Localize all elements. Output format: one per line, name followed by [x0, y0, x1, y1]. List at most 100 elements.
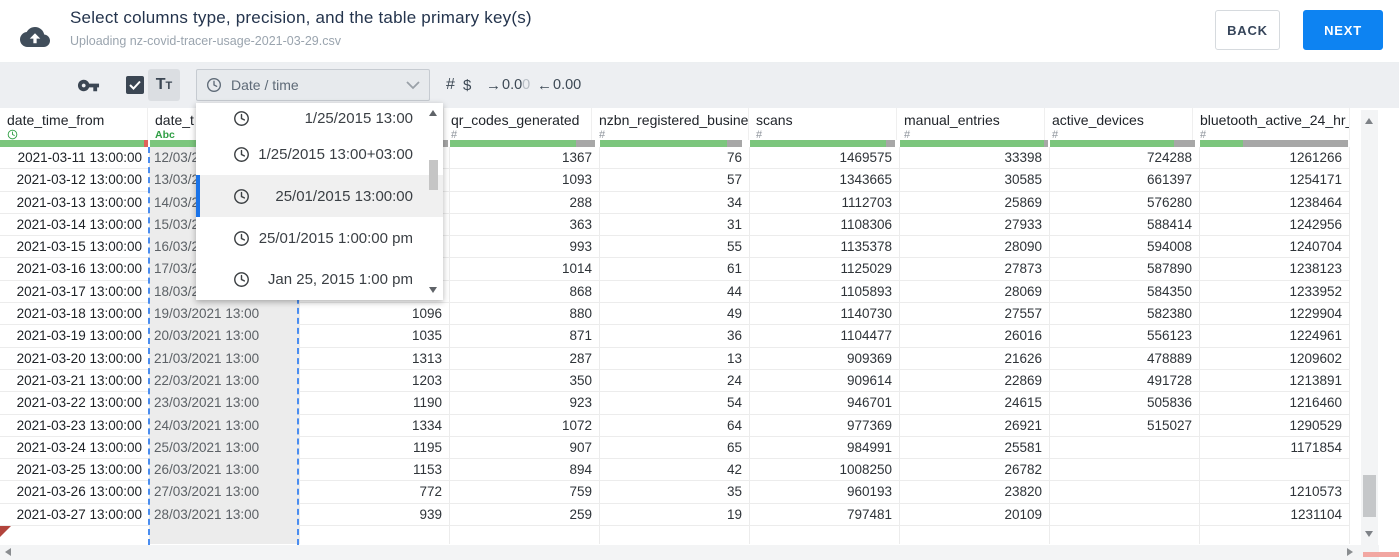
number-type-button[interactable]: #	[446, 62, 455, 108]
table-cell[interactable]: 1209602	[1200, 347, 1350, 369]
table-cell[interactable]: 28090	[900, 236, 1050, 258]
scroll-right-icon[interactable]	[1347, 548, 1353, 556]
table-cell[interactable]: 288	[450, 191, 600, 213]
dropdown-scrollbar[interactable]	[427, 103, 440, 300]
table-cell[interactable]: 35	[600, 481, 750, 503]
table-cell[interactable]: 1216460	[1200, 392, 1350, 414]
table-cell[interactable]: 350	[450, 369, 600, 392]
table-cell[interactable]: 1112703	[750, 191, 900, 213]
table-cell[interactable]	[1050, 459, 1200, 481]
table-cell[interactable]	[0, 526, 150, 545]
table-cell[interactable]: 20/03/2021 13:00	[150, 325, 300, 347]
table-cell[interactable]: 30585	[900, 169, 1050, 191]
table-cell[interactable]: 1229904	[1200, 303, 1350, 325]
table-cell[interactable]: 287	[450, 347, 600, 369]
table-cell[interactable]	[750, 526, 900, 545]
table-cell[interactable]: 1035	[300, 325, 450, 347]
table-cell[interactable]: 27/03/2021 13:00	[150, 481, 300, 503]
table-cell[interactable]: 1210573	[1200, 481, 1350, 503]
table-cell[interactable]: 977369	[750, 414, 900, 436]
table-cell[interactable]	[1200, 526, 1350, 545]
table-cell[interactable]: 33398	[900, 147, 1050, 169]
table-cell[interactable]	[150, 526, 300, 545]
table-cell[interactable]: 2021-03-14 13:00:00	[0, 213, 150, 236]
column-header-scans[interactable]: scans #	[749, 108, 897, 141]
table-cell[interactable]: 1104477	[750, 325, 900, 347]
table-cell[interactable]: 1313	[300, 347, 450, 369]
scroll-up-icon[interactable]	[429, 110, 437, 116]
format-option[interactable]: 25/01/2015 1:00:00 pm	[196, 217, 443, 259]
column-header-date_time_from[interactable]: date_time_from	[0, 108, 148, 140]
table-cell[interactable]: 26016	[900, 325, 1050, 347]
table-cell[interactable]: 1343665	[750, 169, 900, 191]
vertical-scroll-thumb[interactable]	[1363, 475, 1376, 517]
table-cell[interactable]: 28069	[900, 280, 1050, 303]
format-option[interactable]: 1/25/2015 13:00	[196, 103, 443, 133]
table-cell[interactable]: 946701	[750, 392, 900, 414]
table-cell[interactable]: 1238123	[1200, 258, 1350, 280]
table-cell[interactable]: 1108306	[750, 213, 900, 236]
table-cell[interactable]	[900, 526, 1050, 545]
table-cell[interactable]: 797481	[750, 503, 900, 526]
table-cell[interactable]: 25869	[900, 191, 1050, 213]
table-cell[interactable]: 2021-03-21 13:00:00	[0, 369, 150, 392]
boolean-type-checkbox[interactable]	[126, 76, 144, 94]
table-cell[interactable]	[300, 526, 450, 545]
table-cell[interactable]: 2021-03-11 13:00:00	[0, 147, 150, 169]
format-option[interactable]: 1/25/2015 13:00+03:00	[196, 133, 443, 175]
table-cell[interactable]: 1231104	[1200, 503, 1350, 526]
table-cell[interactable]: 576280	[1050, 191, 1200, 213]
table-cell[interactable]: 894	[450, 459, 600, 481]
table-cell[interactable]: 1290529	[1200, 414, 1350, 436]
table-cell[interactable]: 1224961	[1200, 325, 1350, 347]
table-cell[interactable]: 2021-03-18 13:00:00	[0, 303, 150, 325]
column-header-qr_codes_generated[interactable]: qr_codes_generated #	[444, 108, 592, 141]
table-cell[interactable]: 26921	[900, 414, 1050, 436]
table-cell[interactable]: 2021-03-22 13:00:00	[0, 392, 150, 414]
table-cell[interactable]: 1233952	[1200, 280, 1350, 303]
table-cell[interactable]: 2021-03-27 13:00:00	[0, 503, 150, 526]
primary-key-icon[interactable]	[77, 74, 100, 97]
table-cell[interactable]: 23/03/2021 13:00	[150, 392, 300, 414]
table-cell[interactable]: 2021-03-25 13:00:00	[0, 459, 150, 481]
table-cell[interactable]: 759	[450, 481, 600, 503]
table-cell[interactable]: 24/03/2021 13:00	[150, 414, 300, 436]
table-cell[interactable]: 960193	[750, 481, 900, 503]
table-cell[interactable]: 21626	[900, 347, 1050, 369]
table-cell[interactable]: 259	[450, 503, 600, 526]
table-cell[interactable]	[450, 526, 600, 545]
table-cell[interactable]: 505836	[1050, 392, 1200, 414]
table-cell[interactable]: 2021-03-15 13:00:00	[0, 236, 150, 258]
table-cell[interactable]: 1334	[300, 414, 450, 436]
table-cell[interactable]: 25581	[900, 436, 1050, 459]
table-cell[interactable]: 582380	[1050, 303, 1200, 325]
table-cell[interactable]: 25/03/2021 13:00	[150, 436, 300, 459]
table-cell[interactable]: 993	[450, 236, 600, 258]
table-cell[interactable]: 478889	[1050, 347, 1200, 369]
table-cell[interactable]: 1203	[300, 369, 450, 392]
table-cell[interactable]: 1125029	[750, 258, 900, 280]
table-cell[interactable]: 2021-03-20 13:00:00	[0, 347, 150, 369]
horizontal-scrollbar[interactable]	[0, 545, 1361, 560]
increase-precision-button[interactable]: → 0.0 0	[486, 62, 530, 108]
table-cell[interactable]: 2021-03-16 13:00:00	[0, 258, 150, 280]
table-cell[interactable]: 22869	[900, 369, 1050, 392]
table-cell[interactable]: 24615	[900, 392, 1050, 414]
column-header-active_devices[interactable]: active_devices #	[1045, 108, 1193, 141]
table-cell[interactable]: 65	[600, 436, 750, 459]
table-cell[interactable]: 1469575	[750, 147, 900, 169]
table-cell[interactable]: 76	[600, 147, 750, 169]
table-cell[interactable]: 1093	[450, 169, 600, 191]
table-cell[interactable]: 2021-03-12 13:00:00	[0, 169, 150, 191]
table-cell[interactable]: 2021-03-24 13:00:00	[0, 436, 150, 459]
table-cell[interactable]: 34	[600, 191, 750, 213]
table-cell[interactable]: 22/03/2021 13:00	[150, 369, 300, 392]
table-cell[interactable]: 19	[600, 503, 750, 526]
table-cell[interactable]: 871	[450, 325, 600, 347]
table-cell[interactable]: 1195	[300, 436, 450, 459]
table-cell[interactable]: 2021-03-26 13:00:00	[0, 481, 150, 503]
format-option[interactable]: 25/01/2015 13:00:00	[196, 175, 443, 217]
table-cell[interactable]: 1096	[300, 303, 450, 325]
table-cell[interactable]: 2021-03-17 13:00:00	[0, 280, 150, 303]
table-cell[interactable]: 1105893	[750, 280, 900, 303]
